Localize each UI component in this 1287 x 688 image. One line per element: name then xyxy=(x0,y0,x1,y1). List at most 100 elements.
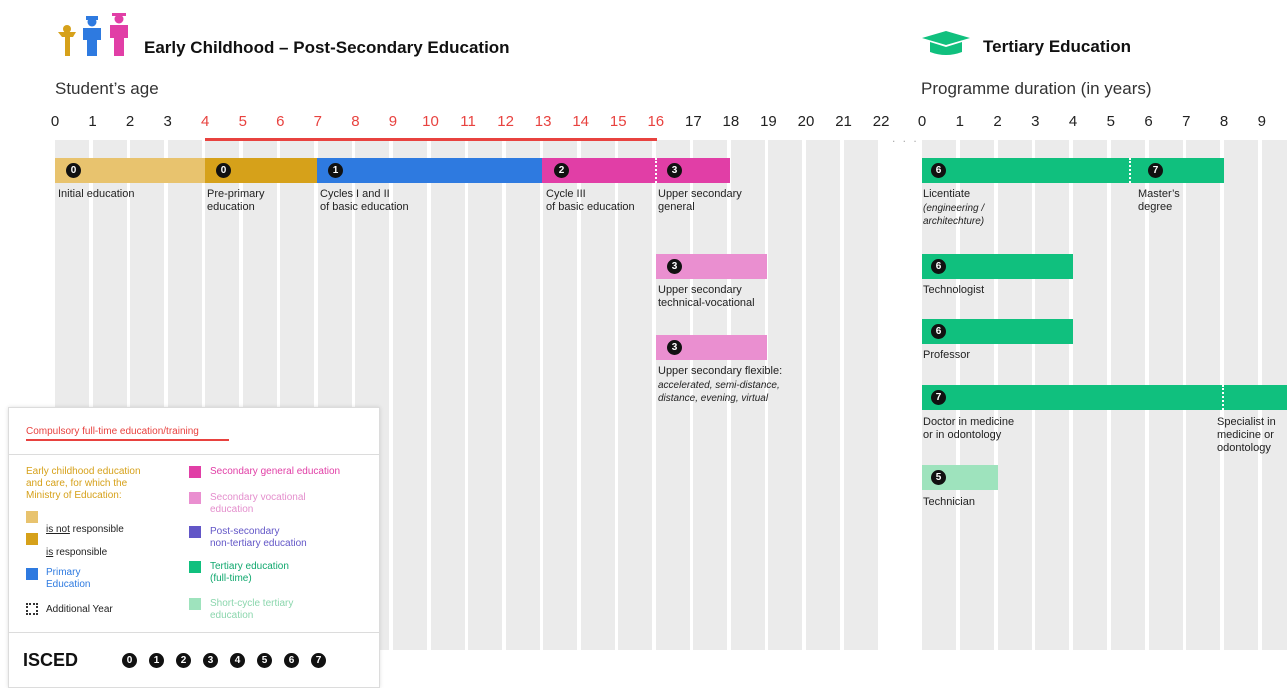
duration-tick-label: 1 xyxy=(955,113,964,130)
legend-panel: Compulsory full-time education/training … xyxy=(8,407,380,688)
age-tick-label: 12 xyxy=(497,113,514,130)
left-section-title: Early Childhood – Post-Secondary Educati… xyxy=(144,38,510,57)
legend-primary: Primary Education xyxy=(46,567,91,590)
label-upper-secondary-flexible: Upper secondary flexible: xyxy=(658,365,783,377)
right-section-title: Tertiary Education xyxy=(983,37,1131,56)
label-initial-education: Initial education xyxy=(58,188,135,200)
isced-badge: 7 xyxy=(1148,163,1163,178)
duration-tick-label: 9 xyxy=(1257,113,1266,130)
bar-cycles-i-ii xyxy=(317,158,542,183)
note-upper-secondary-flexible: accelerated, semi-distance, distance, ev… xyxy=(658,380,780,404)
age-tick-label: 8 xyxy=(351,113,360,130)
legend-divider xyxy=(9,632,379,633)
age-tick-label: 2 xyxy=(125,113,135,130)
age-tick-label: 3 xyxy=(163,113,172,130)
isced-badge: 3 xyxy=(667,259,682,274)
age-axis-title: Student’s age xyxy=(55,79,159,98)
note-licentiate: (engineering / architechture) xyxy=(923,203,985,227)
isced-badge: 0 xyxy=(66,163,81,178)
age-tick-label: 17 xyxy=(685,113,702,130)
legend-not-responsible-text: responsible xyxy=(69,524,124,535)
additional-year-marker xyxy=(655,158,657,183)
label-pre-primary: Pre-primary education xyxy=(207,188,265,213)
isced-label: ISCED xyxy=(23,650,79,670)
age-tick-label: 21 xyxy=(835,113,852,130)
label-upper-secondary-technical: Upper secondary technical-vocational xyxy=(658,284,755,309)
graduation-cap-icon xyxy=(922,31,970,55)
duration-tick-label: 8 xyxy=(1219,113,1229,130)
duration-tick-label: 0 xyxy=(917,113,927,130)
duration-tick-label: 4 xyxy=(1068,113,1078,130)
legend-ecec-heading: Early childhood education and care, for … xyxy=(26,466,141,501)
age-column xyxy=(543,140,578,650)
isced-badge: 5 xyxy=(931,470,946,485)
age-tick-label: 22 xyxy=(872,113,890,130)
axis-break-dots: . . . xyxy=(892,131,919,145)
label-masters-degree: Master’s degree xyxy=(1138,188,1180,213)
isced-level-badge: 0 xyxy=(122,653,137,668)
age-column xyxy=(806,140,840,650)
additional-year-marker xyxy=(1222,385,1224,410)
label-upper-secondary-general: Upper secondary general xyxy=(658,188,742,213)
age-column xyxy=(618,140,653,650)
label-professor: Professor xyxy=(923,349,971,361)
age-tick-label: 15 xyxy=(609,113,627,130)
label-cycle-iii: Cycle III of basic education xyxy=(546,188,635,213)
isced-level-badge: 3 xyxy=(203,653,218,668)
isced-level-badge: 4 xyxy=(230,653,245,668)
isced-level-badge: 5 xyxy=(257,653,272,668)
isced-badge: 3 xyxy=(667,163,682,178)
age-tick-label: 10 xyxy=(422,113,439,130)
legend-post-secondary: Post-secondary non-tertiary education xyxy=(210,526,307,549)
legend-additional-year: Additional Year xyxy=(46,604,113,615)
age-column xyxy=(843,140,878,650)
age-tick-label: 13 xyxy=(534,113,552,130)
dotted-square-icon xyxy=(26,603,38,615)
duration-tick-label: 5 xyxy=(1106,113,1115,130)
legend-compulsory: Compulsory full-time education/training xyxy=(26,426,199,437)
legend-divider xyxy=(9,454,379,455)
duration-tick-label: 3 xyxy=(1031,113,1040,130)
isced-level-badge: 2 xyxy=(176,653,191,668)
legend-not-responsible-emphasis: is not xyxy=(46,524,70,535)
legend-not-responsible: is not responsible xyxy=(46,512,124,536)
age-tick-label: 14 xyxy=(572,113,590,130)
age-tick-label: 9 xyxy=(388,113,398,130)
age-tick-label: 19 xyxy=(760,113,777,130)
label-technologist: Technologist xyxy=(923,284,985,296)
isced-badge: 6 xyxy=(931,163,946,178)
age-tick-label: 0 xyxy=(50,113,60,130)
label-licentiate: Licentiate xyxy=(923,188,971,200)
isced-level-badge: 6 xyxy=(284,653,299,668)
age-column xyxy=(430,140,465,650)
age-tick-label: 1 xyxy=(88,113,97,130)
label-doctor: Doctor in medicine or in odontology xyxy=(923,416,1015,441)
isced-badge: 7 xyxy=(931,390,946,405)
age-tick-label: 20 xyxy=(797,113,815,130)
swatch-short-cycle xyxy=(189,598,201,610)
legend-tertiary: Tertiary education (full-time) xyxy=(210,561,289,584)
duration-axis-title: Programme duration (in years) xyxy=(921,79,1152,98)
isced-badge: 6 xyxy=(931,324,946,339)
bar-doctor xyxy=(922,385,1287,410)
bar-licentiate xyxy=(922,158,1224,183)
isced-badge: 1 xyxy=(328,163,343,178)
legend-secondary-vocational: Secondary vocational education xyxy=(210,492,306,515)
swatch-preprimary xyxy=(26,533,38,545)
duration-tick-label: 7 xyxy=(1182,113,1191,130)
isced-badge: 3 xyxy=(667,340,682,355)
age-column xyxy=(468,140,503,650)
children-icon xyxy=(58,13,128,56)
age-tick-label: 5 xyxy=(238,113,247,130)
swatch-secondary-general xyxy=(189,466,201,478)
age-tick-label: 18 xyxy=(722,113,740,130)
legend-responsible: is responsible xyxy=(46,535,107,559)
age-column xyxy=(392,140,427,650)
isced-level-badge: 1 xyxy=(149,653,164,668)
legend-short-cycle: Short-cycle tertiary education xyxy=(210,598,294,621)
age-column xyxy=(580,140,615,650)
age-tick-label: 7 xyxy=(313,113,323,130)
label-technician: Technician xyxy=(923,496,975,508)
swatch-secondary-vocational xyxy=(189,492,201,504)
isced-badge: 0 xyxy=(216,163,231,178)
